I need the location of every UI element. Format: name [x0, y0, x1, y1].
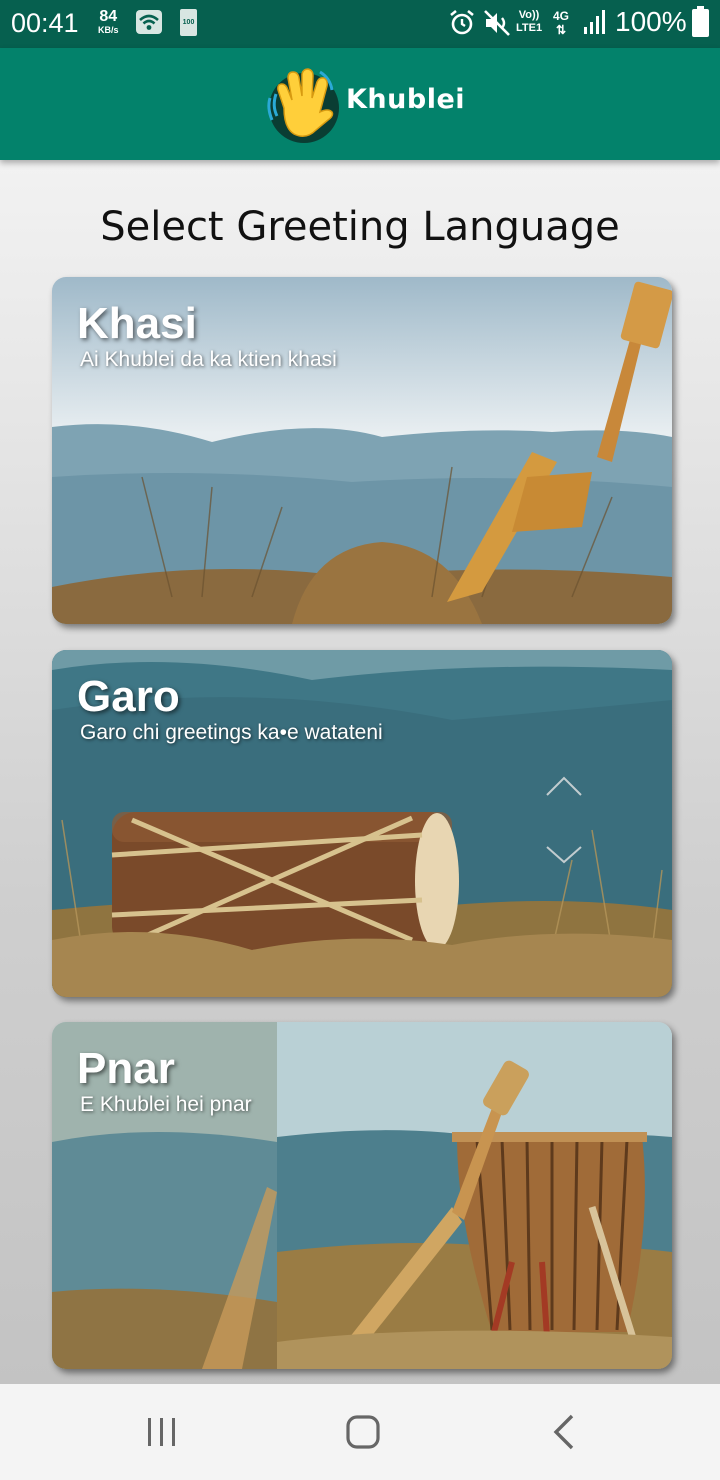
- language-name: Khasi: [77, 299, 197, 348]
- page-title: Select Greeting Language: [100, 204, 620, 250]
- status-time: 00:41: [11, 8, 79, 38]
- data-arrows-icon: ⇅: [555, 23, 567, 37]
- volte-top-label: Vo)): [518, 9, 540, 21]
- navigation-bar: [0, 1384, 720, 1480]
- network-speed-value: 84: [99, 8, 118, 25]
- alarm-icon: [450, 9, 474, 35]
- language-greeting: Ai Khublei da ka ktien khasi: [80, 348, 337, 371]
- status-bar: 00:41 84 KB/s 100 Vo)) LTE1 4G ⇅ 100%: [0, 0, 720, 48]
- battery-saver-icon: 100: [180, 9, 197, 36]
- language-name: Pnar: [77, 1044, 175, 1093]
- language-card-garo[interactable]: Garo Garo chi greetings ka•e watateni: [52, 650, 672, 997]
- network-speed-unit: KB/s: [98, 25, 119, 35]
- waving-hand-icon: [267, 68, 339, 143]
- network-type-indicator: 4G ⇅: [553, 9, 569, 37]
- volte-indicator: Vo)) LTE1: [516, 9, 542, 35]
- app-title: Khublei: [346, 84, 466, 115]
- battery-percent: 100%: [615, 6, 687, 37]
- language-card-khasi[interactable]: Khasi Ai Khublei da ka ktien khasi: [52, 277, 672, 624]
- battery-icon: [692, 6, 709, 37]
- signal-icon: [584, 10, 605, 34]
- vibrate-mute-icon: [484, 10, 510, 36]
- recent-apps-icon[interactable]: [140, 1410, 184, 1454]
- language-card-pnar[interactable]: Pnar E Khublei hei pnar: [52, 1022, 672, 1369]
- language-greeting: E Khublei hei pnar: [80, 1093, 252, 1116]
- language-name: Garo: [77, 672, 180, 721]
- home-icon[interactable]: [341, 1410, 385, 1454]
- back-icon[interactable]: [542, 1410, 586, 1454]
- wifi-icon: [136, 10, 162, 34]
- language-greeting: Garo chi greetings ka•e watateni: [80, 721, 383, 744]
- network-type-label: 4G: [553, 9, 570, 23]
- app-bar: Khublei: [0, 48, 720, 160]
- volte-bottom-label: LTE1: [516, 22, 543, 34]
- network-speed: 84 KB/s: [98, 9, 119, 35]
- main-content: Select Greeting Language Khasi Ai Khuble…: [0, 160, 720, 1384]
- battery-small-label: 100: [182, 19, 195, 26]
